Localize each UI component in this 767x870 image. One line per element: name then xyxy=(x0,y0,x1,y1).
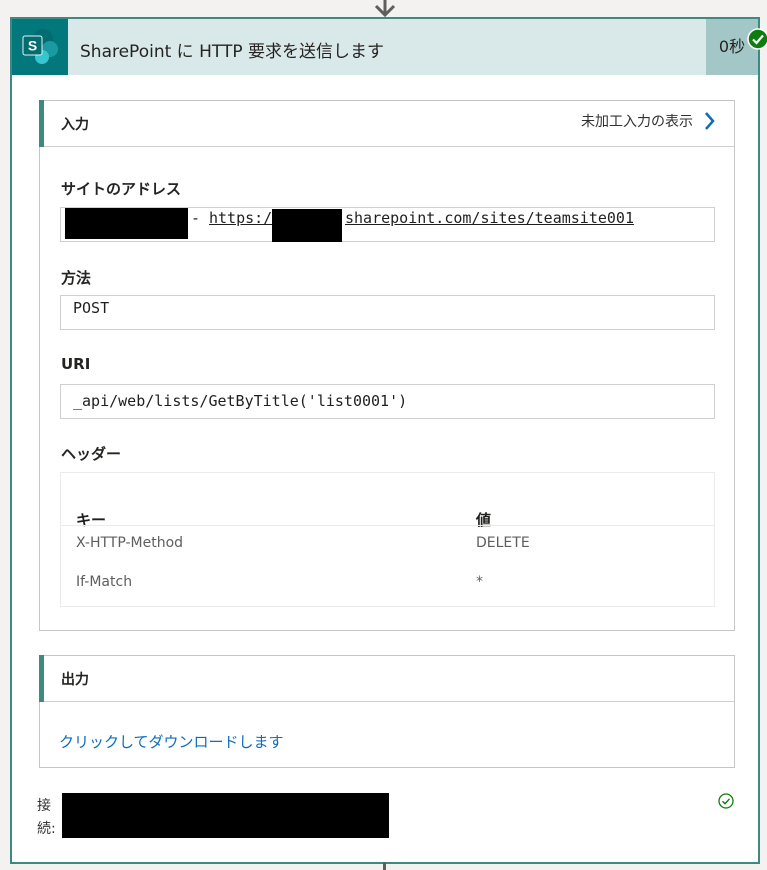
chevron-right-icon xyxy=(705,112,715,130)
redacted-site-name xyxy=(65,208,188,239)
site-address-url-suffix[interactable]: sharepoint.com/sites/teamsite001 xyxy=(345,209,634,227)
header-column-value: 値 xyxy=(476,511,492,529)
action-header[interactable]: S SharePoint に HTTP 要求を送信します 0秒 xyxy=(12,19,758,75)
outputs-title: 出力 xyxy=(61,672,89,688)
site-address-url-prefix[interactable]: https:/ xyxy=(209,209,272,227)
inputs-title: 入力 xyxy=(61,117,89,133)
site-address-separator: - xyxy=(191,209,201,227)
headers-table: キー 値 X-HTTP-Method DELETE If-Match * xyxy=(60,472,715,607)
method-value: POST xyxy=(73,299,110,317)
uri-field: _api/web/lists/GetByTitle('list0001') xyxy=(60,384,715,419)
table-cell-key: X-HTTP-Method xyxy=(76,535,184,551)
connection-ok-icon xyxy=(718,793,734,809)
table-cell-key: If-Match xyxy=(76,574,133,590)
section-accent-bar xyxy=(39,100,44,147)
success-check-icon xyxy=(747,28,767,50)
headers-label: ヘッダー xyxy=(61,445,122,463)
inputs-section: 入力 未加工入力の表示 サイトのアドレス - https:/ sharepoin… xyxy=(39,100,735,631)
outputs-section: 出力 クリックしてダウンロードします xyxy=(39,655,735,768)
show-raw-inputs-label: 未加工入力の表示 xyxy=(581,114,693,130)
inputs-section-header: 入力 未加工入力の表示 xyxy=(39,100,734,147)
action-title: SharePoint に HTTP 要求を送信します xyxy=(80,42,384,62)
redacted-connection-name xyxy=(62,793,389,838)
uri-value: _api/web/lists/GetByTitle('list0001') xyxy=(73,392,408,410)
outputs-section-header: 出力 xyxy=(39,655,734,702)
uri-label: URI xyxy=(61,355,91,373)
show-raw-inputs-link[interactable]: 未加工入力の表示 xyxy=(581,111,715,131)
connection-label-line1: 接 xyxy=(37,798,51,814)
table-cell-value: DELETE xyxy=(476,535,530,551)
header-column-key: キー xyxy=(76,511,107,529)
redacted-tenant-name xyxy=(272,209,342,242)
table-cell-value: * xyxy=(476,574,483,590)
flow-arrow-down-icon xyxy=(374,0,396,18)
site-address-field: - https:/ sharepoint.com/sites/teamsite0… xyxy=(60,207,715,242)
method-label: 方法 xyxy=(61,269,92,287)
site-address-label: サイトのアドレス xyxy=(61,180,182,198)
svg-text:S: S xyxy=(28,38,37,54)
flow-connector-line xyxy=(383,862,386,870)
action-card: S SharePoint に HTTP 要求を送信します 0秒 入力 未加工入力… xyxy=(10,17,767,864)
section-accent-bar xyxy=(39,655,44,702)
method-field: POST xyxy=(60,295,715,330)
download-outputs-link[interactable]: クリックしてダウンロードします xyxy=(59,731,284,752)
sharepoint-icon: S xyxy=(12,19,68,75)
connection-label-line2: 続: xyxy=(37,821,56,837)
table-divider xyxy=(61,525,714,526)
